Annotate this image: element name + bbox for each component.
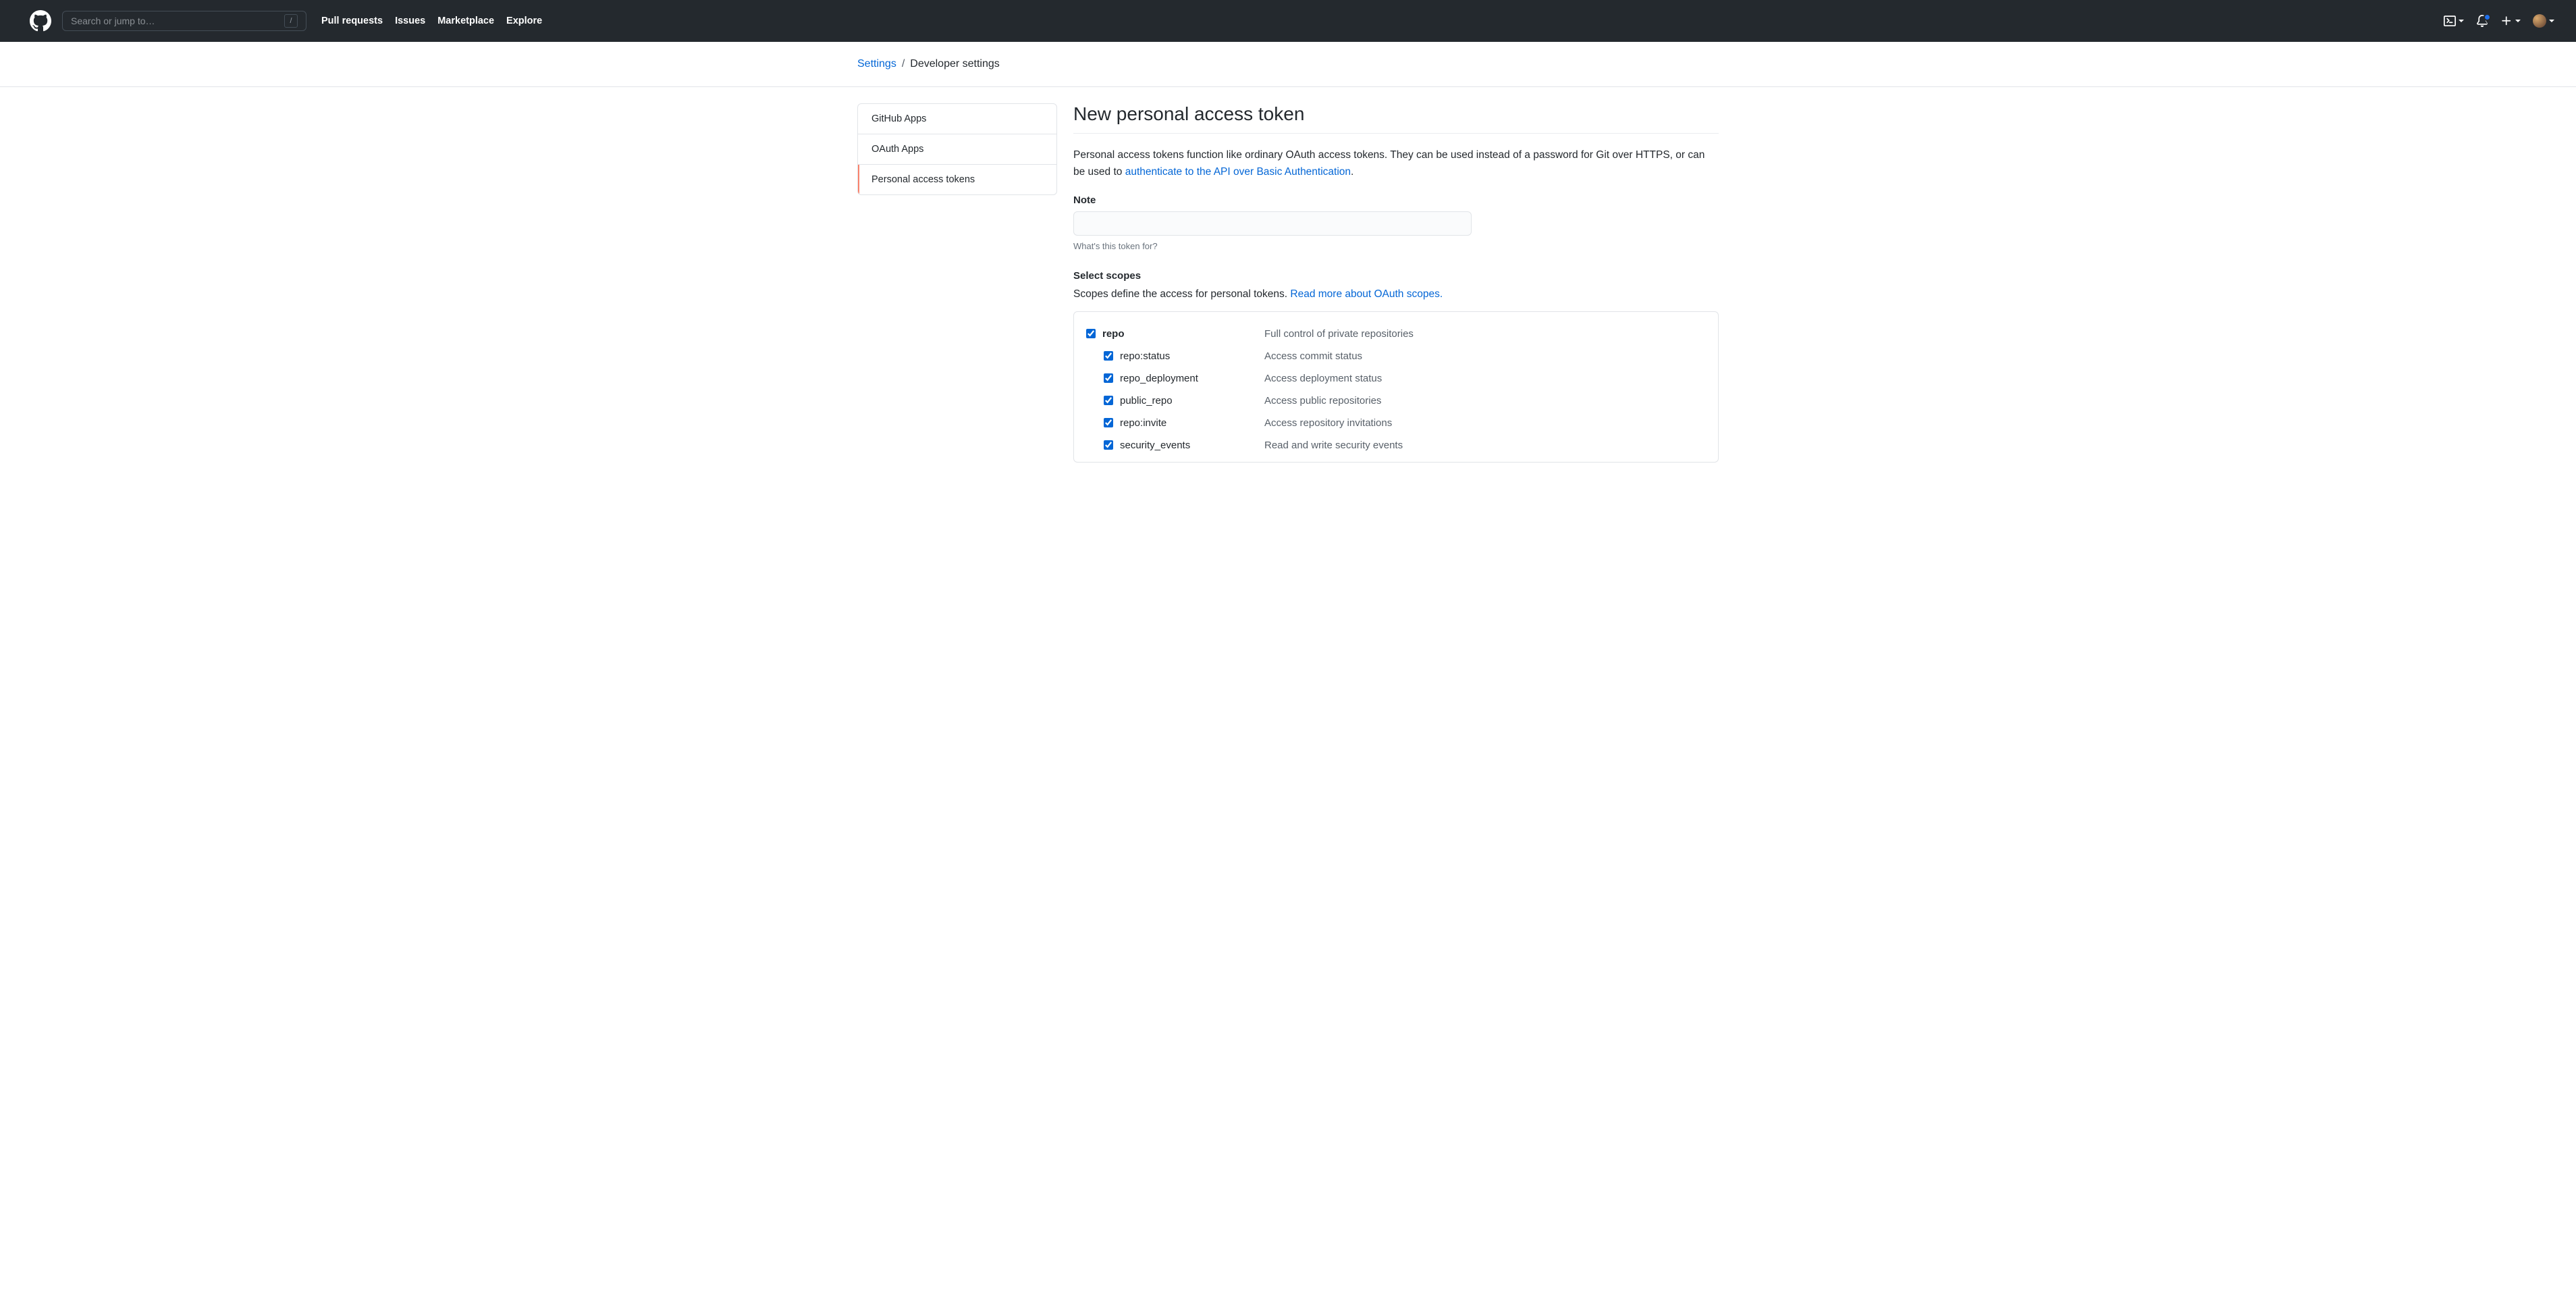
desc-after: . [1351,166,1353,178]
scope-name: repo [1102,328,1264,340]
page-description: Personal access tokens function like ord… [1073,147,1719,181]
global-header: / Pull requests Issues Marketplace Explo… [0,0,2576,42]
scopes-description: Scopes define the access for personal to… [1073,288,1719,300]
page-body: GitHub Apps OAuth Apps Personal access t… [857,87,1719,463]
nav-issues[interactable]: Issues [395,16,425,26]
scope-name: repo:status [1120,350,1264,362]
note-hint: What's this token for? [1073,241,1719,251]
breadcrumb: Settings / Developer settings [857,58,1719,70]
user-menu[interactable] [2533,14,2554,28]
sidenav-personal-access-tokens[interactable]: Personal access tokens [858,165,1056,194]
scope-check-public-repo[interactable] [1104,396,1113,405]
avatar [2533,14,2546,28]
scope-row-security-events: security_events Read and write security … [1086,434,1706,456]
scope-check-repo[interactable] [1086,329,1096,338]
scope-box: repo Full control of private repositorie… [1073,311,1719,463]
scope-row-repo-deployment: repo_deployment Access deployment status [1086,367,1706,390]
scope-desc: Full control of private repositories [1264,328,1414,340]
notification-indicator [2484,14,2491,21]
scope-row-repo: repo Full control of private repositorie… [1086,323,1706,345]
create-new-menu[interactable] [2500,15,2521,27]
scopes-docs-link[interactable]: Read more about OAuth scopes. [1290,288,1443,300]
nav-marketplace[interactable]: Marketplace [437,16,494,26]
scopes-desc-text: Scopes define the access for personal to… [1073,288,1290,300]
side-nav: GitHub Apps OAuth Apps Personal access t… [857,103,1057,195]
slash-hint: / [284,14,298,28]
nav-explore[interactable]: Explore [506,16,542,26]
plus-icon [2500,15,2513,27]
scope-name: security_events [1120,440,1264,451]
notifications-button[interactable] [2476,15,2488,27]
scope-check-repo-status[interactable] [1104,351,1113,361]
sidenav-github-apps[interactable]: GitHub Apps [858,104,1056,134]
breadcrumb-current: Developer settings [910,58,1000,70]
note-input[interactable] [1073,211,1472,236]
page-title: New personal access token [1073,103,1719,134]
caret-down-icon [2515,20,2521,22]
nav-pull-requests[interactable]: Pull requests [321,16,383,26]
search-box[interactable]: / [62,11,306,31]
scope-row-public-repo: public_repo Access public repositories [1086,390,1706,412]
terminal-icon [2444,15,2456,27]
scope-desc: Access public repositories [1264,395,1381,406]
scope-check-repo-deployment[interactable] [1104,373,1113,383]
scope-name: public_repo [1120,395,1264,406]
scope-check-security-events[interactable] [1104,440,1113,450]
caret-down-icon [2549,20,2554,22]
breadcrumb-sep: / [902,58,905,70]
github-mark-icon [30,10,51,32]
main-content: New personal access token Personal acces… [1073,103,1719,463]
scope-name: repo:invite [1120,417,1264,429]
primary-nav: Pull requests Issues Marketplace Explore [321,16,542,26]
caret-down-icon [2459,20,2464,22]
scopes-label: Select scopes [1073,270,1719,282]
sub-header: Settings / Developer settings [0,42,2576,87]
sidenav-oauth-apps[interactable]: OAuth Apps [858,134,1056,165]
scope-desc: Access commit status [1264,350,1362,362]
auth-docs-link[interactable]: authenticate to the API over Basic Authe… [1125,166,1351,178]
scope-row-repo-status: repo:status Access commit status [1086,345,1706,367]
search-input[interactable] [71,16,260,26]
scope-check-repo-invite[interactable] [1104,418,1113,427]
scope-desc: Access deployment status [1264,373,1382,384]
header-right [2444,14,2554,28]
scope-desc: Access repository invitations [1264,417,1392,429]
github-logo[interactable] [30,10,51,32]
scope-row-repo-invite: repo:invite Access repository invitation… [1086,412,1706,434]
command-palette-menu[interactable] [2444,15,2464,27]
scope-desc: Read and write security events [1264,440,1403,451]
breadcrumb-root[interactable]: Settings [857,58,896,70]
scope-name: repo_deployment [1120,373,1264,384]
note-label: Note [1073,194,1719,206]
